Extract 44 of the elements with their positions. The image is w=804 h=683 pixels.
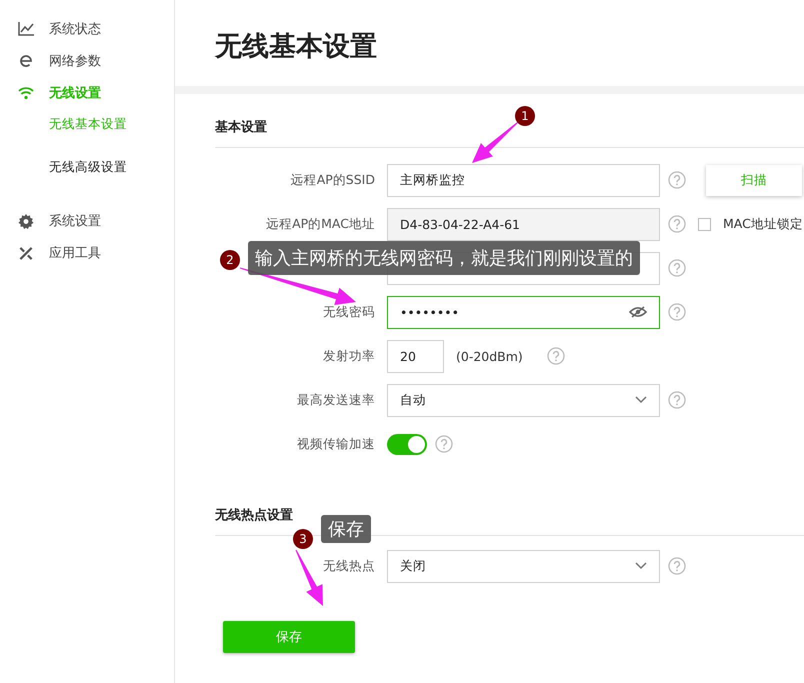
number-field[interactable]: 20 — [387, 340, 444, 372]
text-field[interactable]: 主网桥监控 — [387, 164, 660, 196]
subnav-item[interactable]: 无线高级设置 — [0, 156, 174, 195]
field-label: 发射功率 — [322, 348, 375, 364]
toggle-switch[interactable] — [387, 434, 427, 454]
gear-icon — [18, 214, 34, 228]
field-label: 无线密码 — [322, 304, 375, 320]
nav-item[interactable]: 系统设置 — [0, 205, 174, 237]
eye-slash-icon[interactable] — [629, 306, 647, 318]
field-label: 最高发送速率 — [296, 392, 375, 408]
tools-icon — [18, 246, 34, 260]
chart-icon — [18, 22, 34, 36]
callout-tooltip: 保存 — [321, 515, 371, 543]
arrow — [472, 122, 518, 163]
nav-item[interactable]: 应用工具 — [0, 237, 174, 269]
field-label: 远程AP的MAC地址 — [265, 216, 375, 232]
nav-item[interactable]: 网络参数 — [0, 45, 174, 77]
help-icon[interactable] — [668, 259, 686, 277]
help-icon[interactable] — [668, 557, 686, 575]
nav-item[interactable]: 系统状态 — [0, 13, 174, 45]
page-title: 无线基本设置 — [214, 30, 378, 64]
wifi-icon — [18, 86, 34, 100]
step-badge: 1 — [515, 106, 535, 126]
field-label: 无线热点 — [322, 558, 375, 574]
help-icon[interactable] — [668, 215, 686, 233]
help-icon[interactable] — [546, 347, 565, 365]
help-icon[interactable] — [435, 435, 453, 453]
help-icon[interactable] — [668, 391, 686, 409]
e-icon — [18, 54, 34, 68]
chevron-icon — [635, 396, 647, 404]
field-label: 视频传输加速 — [296, 436, 375, 452]
step-badge: 3 — [293, 529, 313, 549]
checkbox-label: MAC地址锁定 — [723, 216, 803, 232]
callout-tooltip: 输入主网桥的无线网密码，就是我们刚刚设置的 — [248, 241, 640, 275]
select-field[interactable]: 自动 — [387, 384, 660, 416]
chevron-icon — [635, 562, 647, 570]
unit-label: (0-20dBm) — [456, 348, 523, 364]
select-field[interactable]: 关闭 — [387, 550, 660, 582]
help-icon[interactable] — [668, 303, 686, 321]
help-icon[interactable] — [668, 171, 686, 189]
field-label: 远程AP的SSID — [290, 172, 375, 188]
arrow — [296, 550, 323, 606]
step-badge: 2 — [220, 250, 240, 270]
password-field[interactable]: •••••••• — [387, 296, 660, 328]
